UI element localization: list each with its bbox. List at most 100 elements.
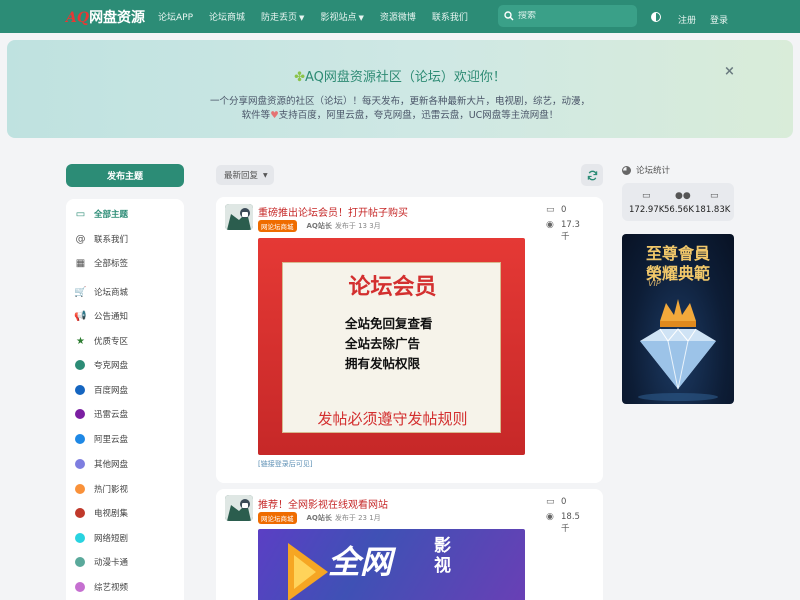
- category-dot-icon: [75, 533, 85, 543]
- caret-down-icon: ▼: [263, 171, 268, 179]
- theme-toggle-icon[interactable]: [651, 12, 661, 22]
- movie-heading: 全网: [328, 543, 393, 581]
- sidebar-item-6[interactable]: ★ 优质专区: [75, 334, 128, 348]
- sidebar-item-15[interactable]: 动漫卡通: [75, 555, 128, 569]
- search-box[interactable]: [498, 5, 637, 27]
- stat-users: 56.56K: [664, 205, 694, 215]
- banner-description-2: 软件等♥支持百度，阿里云盘，夸克网盘，迅雷云盘，UC网盘等主流网盘！: [241, 110, 559, 121]
- search-input[interactable]: [518, 11, 628, 21]
- sidebar-item-11[interactable]: 其他网盘: [75, 457, 128, 471]
- category-dot-icon: [75, 434, 85, 444]
- sidebar-item-1[interactable]: ▭ 全部主题: [75, 207, 128, 221]
- register-link[interactable]: 注册: [678, 13, 696, 26]
- hidden-link[interactable]: [链接登录后可见]: [258, 459, 312, 469]
- heart-icon: ♥: [270, 110, 279, 121]
- sidebar-item-12[interactable]: 热门影视: [75, 482, 128, 496]
- nav-link-5[interactable]: 资源微博: [380, 10, 416, 23]
- post-card[interactable]: 推荐！全网影视在线观看网站 网论坛商城 AQ站长 发布于 23 1月 ▭ 0 ◉ 1…: [216, 489, 603, 600]
- at-icon: @: [75, 233, 86, 245]
- avatar-icon: [225, 204, 253, 230]
- category-dot-icon: [75, 557, 85, 567]
- refresh-icon: [587, 170, 597, 180]
- close-icon[interactable]: ×: [724, 64, 735, 79]
- sidebar-item-label: 综艺视频: [94, 583, 129, 593]
- comments-icon: ▭: [75, 208, 86, 220]
- category-dot-icon: [75, 484, 85, 494]
- sidebar-item-label: 优质专区: [94, 337, 129, 347]
- post-date: 发布于 23 1月: [334, 514, 381, 522]
- sidebar-item-label: 热门影视: [94, 485, 129, 495]
- pie-chart-icon: [622, 165, 631, 175]
- play-logo-icon: [288, 543, 328, 600]
- avatar[interactable]: [225, 204, 253, 230]
- post-title[interactable]: 重磅推出论坛会员！打开帖子购买: [258, 204, 408, 219]
- nav-link-4[interactable]: 影视站点 ▼: [320, 10, 363, 23]
- comment-count: 0: [561, 497, 567, 507]
- view-count: 17.3 千: [561, 220, 580, 242]
- sidebar-item-label: 动漫卡通: [94, 558, 129, 568]
- category-dot-icon: [75, 360, 85, 370]
- stat-comments: 181.83K: [695, 205, 731, 215]
- sidebar-item-label: 公告通知: [94, 312, 129, 322]
- post-image-movie[interactable]: 全网 影 视: [258, 529, 525, 600]
- view-count: 18.5 千: [561, 512, 580, 534]
- comment-count: 0: [561, 205, 567, 215]
- main-nav: 论坛APP 论坛商城 防走丢页 ▼ 影视站点 ▼ 资源微博 联系我们: [158, 0, 484, 33]
- sidebar-item-3[interactable]: ▦ 全部标签: [75, 256, 128, 270]
- sidebar-item-label: 夸克网盘: [94, 361, 129, 371]
- sidebar-item-13[interactable]: 电视剧集: [75, 506, 128, 520]
- caret-down-icon: ▼: [358, 14, 364, 22]
- sidebar-item-10[interactable]: 阿里云盘: [75, 432, 128, 446]
- sidebar-item-9[interactable]: 迅雷云盘: [75, 407, 128, 421]
- eye-icon: ◉: [546, 512, 554, 522]
- post-image-vip[interactable]: 论坛会员 全站免回复查看 全站去除广告 拥有发帖权限 发帖必须遵守发帖规则: [258, 238, 525, 455]
- sidebar-item-4[interactable]: 🛒 论坛商城: [74, 285, 128, 299]
- comments-icon: ▭: [710, 191, 719, 201]
- stat-discussions: 172.97K: [629, 205, 665, 215]
- sidebar-item-label: 百度网盘: [94, 386, 129, 396]
- category-dot-icon: [75, 582, 85, 592]
- category-dot-icon: [75, 385, 85, 395]
- banner-title: ✤AQ网盘资源社区（论坛）欢迎你！: [294, 70, 506, 85]
- avatar[interactable]: [225, 495, 253, 521]
- nav-link-3[interactable]: 防走丢页 ▼: [261, 10, 304, 23]
- comment-icon: ▭: [546, 205, 555, 215]
- author-name[interactable]: AQ站长: [307, 221, 332, 231]
- refresh-button[interactable]: [581, 164, 603, 186]
- post-topic-button[interactable]: 发布主题: [66, 164, 184, 187]
- sidebar-item-16[interactable]: 综艺视频: [75, 580, 128, 594]
- nav-link-2[interactable]: 论坛商城: [209, 10, 245, 23]
- post-title[interactable]: 推荐！全网影视在线观看网站: [258, 496, 388, 511]
- nav-link-1[interactable]: 论坛APP: [158, 10, 193, 23]
- sidebar-item-2[interactable]: @ 联系我们: [75, 232, 129, 246]
- sidebar-item-8[interactable]: 百度网盘: [75, 383, 128, 397]
- sidebar-item-label: 电视剧集: [94, 509, 129, 519]
- site-logo[interactable]: AQ网盘资源: [66, 7, 145, 27]
- comment-icon: ▭: [546, 497, 555, 507]
- vip-ad-banner[interactable]: 至尊會員 榮耀典範 VIP: [622, 234, 734, 404]
- post-card[interactable]: 重磅推出论坛会员！打开帖子购买 网论坛商城 AQ站长 发布于 13 3月 ▭ 0 …: [216, 197, 603, 483]
- grid-icon: ▦: [75, 257, 86, 269]
- category-dot-icon: [75, 459, 85, 469]
- sidebar-item-label: 全部主题: [94, 210, 129, 220]
- tag-badge[interactable]: 网论坛商城: [258, 512, 297, 524]
- nav-link-6[interactable]: 联系我们: [432, 10, 468, 23]
- sidebar-item-label: 全部标签: [94, 259, 129, 269]
- tag-badge[interactable]: 网论坛商城: [258, 220, 297, 232]
- megaphone-icon: 📢: [74, 310, 87, 322]
- login-link[interactable]: 登录: [710, 13, 728, 26]
- banner-description: 一个分享网盘资源的社区（论坛）！每天发布，更新各种最新大片，电视剧，综艺，动漫，: [209, 96, 590, 107]
- sidebar-item-14[interactable]: 网络短剧: [75, 531, 128, 545]
- sort-dropdown[interactable]: 最新回复 ▼: [216, 165, 274, 185]
- category-dot-icon: [75, 409, 85, 419]
- sidebar-item-label: 联系我们: [94, 235, 129, 245]
- eye-icon: ◉: [546, 220, 554, 230]
- forum-stats-title: 论坛统计: [622, 164, 670, 176]
- author-name[interactable]: AQ站长: [307, 513, 332, 523]
- sidebar-item-label: 迅雷云盘: [94, 410, 129, 420]
- sidebar-item-7[interactable]: 夸克网盘: [75, 358, 128, 372]
- vip-heading: 论坛会员: [348, 274, 437, 300]
- sidebar-item-5[interactable]: 📢 公告通知: [74, 309, 129, 323]
- discussions-icon: ▭: [642, 191, 651, 201]
- sidebar-item-label: 网络短剧: [94, 534, 129, 544]
